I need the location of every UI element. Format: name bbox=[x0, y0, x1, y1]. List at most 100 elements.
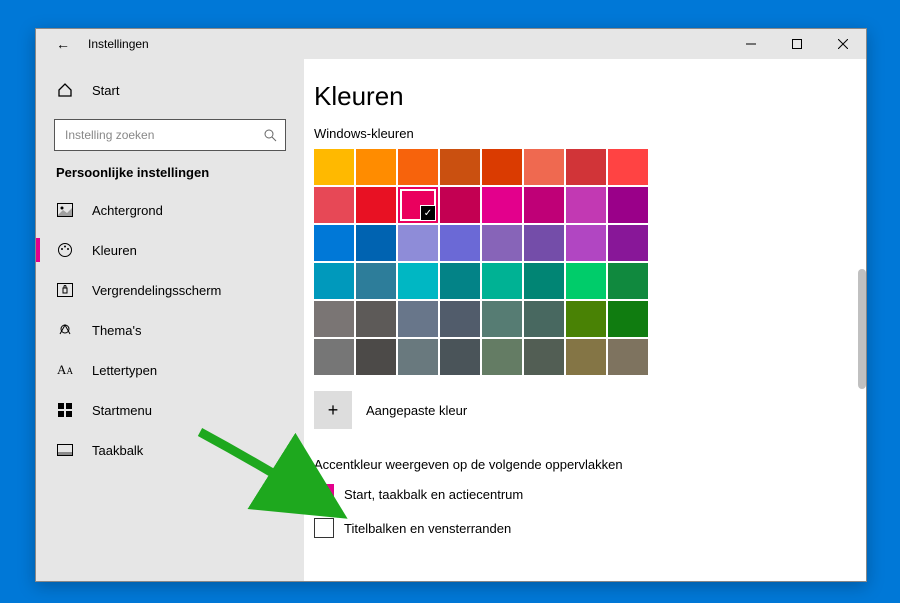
color-swatch[interactable] bbox=[314, 339, 354, 375]
check-icon: ✓ bbox=[420, 205, 436, 221]
close-button[interactable] bbox=[820, 29, 866, 59]
search-icon bbox=[263, 128, 277, 142]
search-placeholder: Instelling zoeken bbox=[65, 128, 154, 142]
color-swatch[interactable] bbox=[440, 149, 480, 185]
surfaces-heading: Accentkleur weergeven op de volgende opp… bbox=[314, 457, 840, 472]
color-swatch[interactable] bbox=[356, 149, 396, 185]
window-body: Start Instelling zoeken Persoonlijke ins… bbox=[36, 59, 866, 581]
sidebar-home-label: Start bbox=[92, 83, 119, 98]
color-swatch[interactable] bbox=[524, 263, 564, 299]
color-swatch-grid: ✓ bbox=[314, 149, 648, 375]
color-swatch[interactable]: ✓ bbox=[398, 187, 438, 223]
checkbox-row: Titelbalken en vensterranden bbox=[314, 518, 840, 538]
palette-icon bbox=[56, 242, 74, 258]
color-swatch[interactable] bbox=[608, 225, 648, 261]
custom-color-button[interactable]: + bbox=[314, 391, 352, 429]
content: Kleuren Windows-kleuren ✓ + Aangepaste k… bbox=[304, 59, 866, 581]
color-swatch[interactable] bbox=[314, 263, 354, 299]
minimize-icon bbox=[746, 39, 756, 49]
color-swatch[interactable] bbox=[482, 263, 522, 299]
color-swatch[interactable] bbox=[608, 149, 648, 185]
color-swatch[interactable] bbox=[314, 301, 354, 337]
home-icon bbox=[56, 82, 74, 98]
taskbar-icon bbox=[56, 444, 74, 456]
color-swatch[interactable] bbox=[398, 225, 438, 261]
color-swatch[interactable] bbox=[482, 225, 522, 261]
color-swatch[interactable] bbox=[482, 187, 522, 223]
color-swatch[interactable] bbox=[524, 301, 564, 337]
maximize-button[interactable] bbox=[774, 29, 820, 59]
color-swatch[interactable] bbox=[440, 301, 480, 337]
window-controls bbox=[728, 29, 866, 59]
sidebar-item-label: Vergrendelingsscherm bbox=[92, 283, 221, 298]
color-swatch[interactable] bbox=[566, 339, 606, 375]
color-swatch[interactable] bbox=[398, 301, 438, 337]
search-input[interactable]: Instelling zoeken bbox=[54, 119, 286, 151]
color-swatch[interactable] bbox=[608, 187, 648, 223]
color-swatch[interactable] bbox=[566, 149, 606, 185]
color-swatch[interactable] bbox=[314, 149, 354, 185]
sidebar-item-startmenu[interactable]: Startmenu bbox=[36, 390, 304, 430]
color-swatch[interactable] bbox=[398, 149, 438, 185]
color-swatch[interactable] bbox=[356, 225, 396, 261]
color-swatch[interactable] bbox=[314, 225, 354, 261]
close-icon bbox=[838, 39, 848, 49]
color-swatch[interactable] bbox=[482, 301, 522, 337]
color-swatch[interactable] bbox=[566, 301, 606, 337]
color-swatch[interactable] bbox=[356, 187, 396, 223]
sidebar-category: Persoonlijke instellingen bbox=[36, 165, 304, 180]
sidebar-item-achtergrond[interactable]: Achtergrond bbox=[36, 190, 304, 230]
checkbox-label: Start, taakbalk en actiecentrum bbox=[344, 487, 523, 502]
checkbox-label: Titelbalken en vensterranden bbox=[344, 521, 511, 536]
sidebar-item-lettertypen[interactable]: AALettertypen bbox=[36, 350, 304, 390]
sidebar-item-label: Achtergrond bbox=[92, 203, 163, 218]
sidebar-item-kleuren[interactable]: Kleuren bbox=[36, 230, 304, 270]
lock-icon bbox=[56, 283, 74, 297]
color-swatch[interactable] bbox=[440, 263, 480, 299]
palette-label: Windows-kleuren bbox=[314, 126, 840, 141]
sidebar-item-label: Startmenu bbox=[92, 403, 152, 418]
custom-color-row: + Aangepaste kleur bbox=[314, 391, 840, 429]
color-swatch[interactable] bbox=[356, 301, 396, 337]
color-swatch[interactable] bbox=[566, 263, 606, 299]
scrollbar-thumb[interactable] bbox=[858, 269, 866, 389]
color-swatch[interactable] bbox=[314, 187, 354, 223]
color-swatch[interactable] bbox=[524, 339, 564, 375]
color-swatch[interactable] bbox=[482, 339, 522, 375]
color-swatch[interactable] bbox=[524, 187, 564, 223]
custom-color-label: Aangepaste kleur bbox=[366, 403, 467, 418]
color-swatch[interactable] bbox=[440, 339, 480, 375]
color-swatch[interactable] bbox=[524, 225, 564, 261]
sidebar-item-themas[interactable]: Thema's bbox=[36, 310, 304, 350]
color-swatch[interactable] bbox=[398, 339, 438, 375]
start-icon bbox=[56, 403, 74, 417]
color-swatch[interactable] bbox=[608, 301, 648, 337]
sidebar-item-taakbalk[interactable]: Taakbalk bbox=[36, 430, 304, 470]
checkbox[interactable] bbox=[314, 518, 334, 538]
color-swatch[interactable] bbox=[608, 263, 648, 299]
sidebar-item-label: Kleuren bbox=[92, 243, 137, 258]
color-swatch[interactable] bbox=[482, 149, 522, 185]
image-icon bbox=[56, 203, 74, 217]
color-swatch[interactable] bbox=[440, 187, 480, 223]
back-button[interactable]: ← bbox=[56, 36, 70, 52]
titlebar: ← Instellingen bbox=[36, 29, 866, 59]
color-swatch[interactable] bbox=[566, 225, 606, 261]
color-swatch[interactable] bbox=[566, 187, 606, 223]
sidebar-home[interactable]: Start bbox=[36, 69, 304, 111]
window-title: Instellingen bbox=[88, 37, 149, 51]
sidebar: Start Instelling zoeken Persoonlijke ins… bbox=[36, 59, 304, 581]
color-swatch[interactable] bbox=[524, 149, 564, 185]
sidebar-item-vergrendelingsscherm[interactable]: Vergrendelingsscherm bbox=[36, 270, 304, 310]
sidebar-item-label: Taakbalk bbox=[92, 443, 143, 458]
checkbox[interactable]: ✓ bbox=[314, 484, 334, 504]
themes-icon bbox=[56, 322, 74, 338]
sidebar-item-label: Thema's bbox=[92, 323, 141, 338]
color-swatch[interactable] bbox=[440, 225, 480, 261]
minimize-button[interactable] bbox=[728, 29, 774, 59]
color-swatch[interactable] bbox=[398, 263, 438, 299]
color-swatch[interactable] bbox=[356, 339, 396, 375]
font-icon: AA bbox=[56, 362, 74, 378]
color-swatch[interactable] bbox=[608, 339, 648, 375]
color-swatch[interactable] bbox=[356, 263, 396, 299]
